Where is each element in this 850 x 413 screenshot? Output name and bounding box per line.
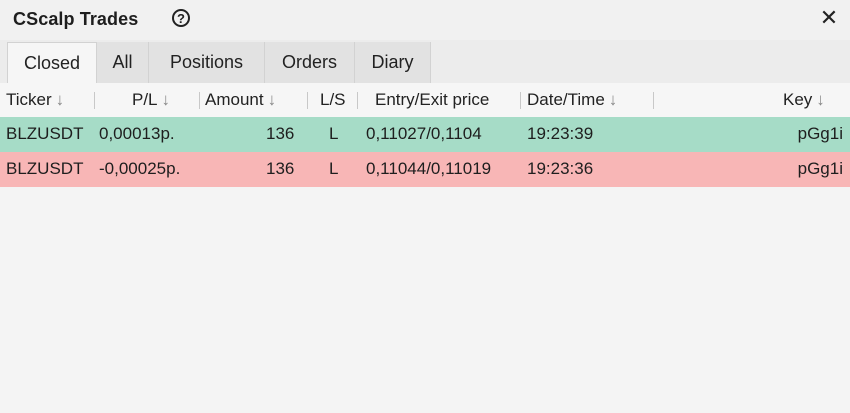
sort-arrow-icon[interactable]: ↓: [609, 90, 618, 109]
cell-key: pGg1i: [797, 124, 843, 143]
sort-arrow-icon[interactable]: ↓: [162, 90, 171, 109]
column-header-price[interactable]: Entry/Exit price: [375, 83, 489, 118]
cell-datetime: 19:23:39: [527, 124, 594, 143]
cell-price: 0,11044/0,11019: [366, 159, 492, 178]
column-header-datetime[interactable]: Date/Time ↓: [527, 83, 617, 118]
tab-bar: Closed All Positions Orders Diary: [0, 40, 850, 83]
column-label: L/S: [320, 90, 346, 109]
column-label: Date/Time: [527, 90, 605, 109]
column-label: Entry/Exit price: [375, 90, 490, 109]
window-title: CScalp Trades: [13, 9, 139, 29]
sort-arrow-icon[interactable]: ↓: [816, 90, 825, 109]
column-label: Amount: [205, 90, 264, 109]
tab-orders[interactable]: Orders: [265, 42, 355, 83]
sort-arrow-icon[interactable]: ↓: [268, 90, 277, 109]
sort-arrow-icon[interactable]: ↓: [56, 90, 65, 109]
column-header-amount[interactable]: Amount ↓: [205, 83, 276, 118]
cell-ticker: BLZUSDT: [6, 124, 84, 143]
cell-ls: L: [329, 159, 339, 178]
cell-pl: -0,00025p.: [99, 159, 181, 178]
table-row[interactable]: BLZUSDT -0,00025p. 136 L 0,11044/0,11019…: [0, 152, 850, 187]
cell-amount: 136: [266, 159, 295, 178]
cell-key: pGg1i: [797, 159, 843, 178]
table-row[interactable]: BLZUSDT 0,00013p. 136 L 0,11027/0,1104 1…: [0, 117, 850, 152]
column-header-pl[interactable]: P/L ↓: [132, 83, 170, 118]
tab-positions[interactable]: Positions: [149, 42, 265, 83]
column-divider[interactable]: [307, 92, 308, 109]
cell-amount: 136: [266, 124, 295, 143]
trades-window: CScalp Trades ? ✕ Closed All Positions O…: [0, 0, 850, 413]
tab-diary[interactable]: Diary: [355, 42, 431, 83]
cell-price: 0,11027/0,1104: [366, 124, 482, 143]
cell-ls: L: [329, 124, 339, 143]
column-divider[interactable]: [357, 92, 358, 109]
close-icon[interactable]: ✕: [818, 7, 840, 29]
column-label: Ticker: [6, 90, 52, 109]
tab-all[interactable]: All: [97, 42, 149, 83]
column-divider[interactable]: [94, 92, 95, 109]
column-divider[interactable]: [199, 92, 200, 109]
empty-table-area: [0, 187, 850, 413]
column-label: Key: [783, 90, 813, 109]
column-label: P/L: [132, 90, 158, 109]
tab-closed[interactable]: Closed: [7, 42, 97, 83]
column-divider[interactable]: [520, 92, 521, 109]
column-header-ticker[interactable]: Ticker ↓: [6, 83, 64, 118]
title-bar: CScalp Trades ? ✕: [0, 0, 850, 40]
cell-pl: 0,00013p.: [99, 124, 175, 143]
column-divider[interactable]: [653, 92, 654, 109]
cell-datetime: 19:23:36: [527, 159, 594, 178]
table-header: Ticker ↓ P/L ↓ Amount ↓ L/S Entry/Exit pric…: [0, 83, 850, 118]
column-header-ls[interactable]: L/S: [320, 83, 346, 118]
column-header-key[interactable]: Key ↓: [783, 83, 825, 118]
help-icon[interactable]: ?: [172, 9, 190, 27]
cell-ticker: BLZUSDT: [6, 159, 84, 178]
